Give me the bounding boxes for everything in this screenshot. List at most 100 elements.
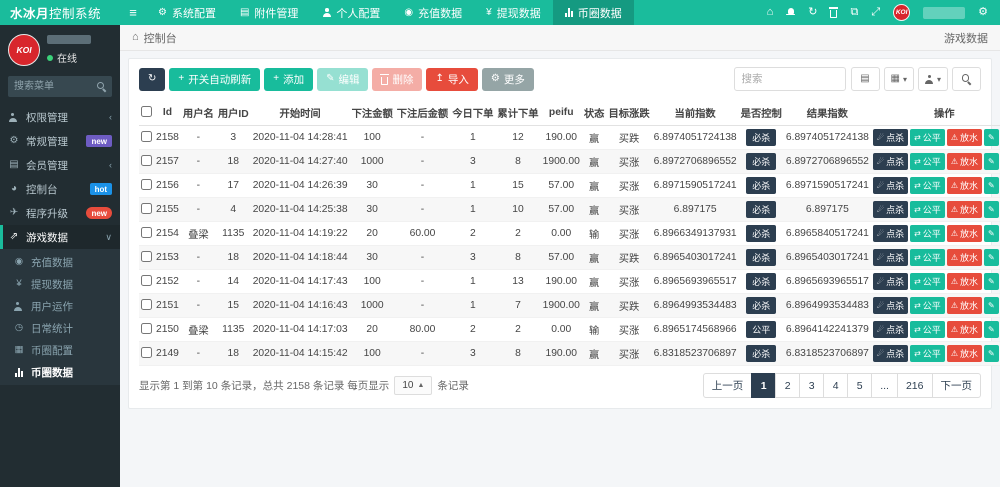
page-button-2[interactable]: 2 <box>775 373 800 398</box>
release-water-button[interactable]: ⚠放水 <box>947 249 982 266</box>
column-header-peifu[interactable]: peifu <box>541 100 582 126</box>
fair-button[interactable]: ⇄公平 <box>910 225 945 242</box>
refresh-icon[interactable]: ↻ <box>808 7 817 18</box>
submenu-item-币圈配置[interactable]: ▦币圈配置 <box>0 339 120 361</box>
release-water-button[interactable]: ⚠放水 <box>947 345 982 362</box>
column-header-开始时间[interactable]: 开始时间 <box>251 100 350 126</box>
release-water-button[interactable]: ⚠放水 <box>947 225 982 242</box>
column-header-Id[interactable]: Id <box>154 100 181 126</box>
sidebar-search-input[interactable] <box>8 76 91 97</box>
fair-button[interactable]: ⇄公平 <box>910 201 945 218</box>
topbar-item-个人配置[interactable]: 个人配置 <box>310 0 392 25</box>
row-checkbox[interactable] <box>141 179 152 190</box>
page-button-5[interactable]: 5 <box>847 373 872 398</box>
topbar-item-币圈数据[interactable]: 币圈数据 <box>553 0 634 25</box>
spot-kill-button[interactable]: ☄点杀 <box>873 225 908 242</box>
topbar-item-系统配置[interactable]: ⚙系统配置 <box>146 0 228 25</box>
spot-kill-button[interactable]: ☄点杀 <box>873 201 908 218</box>
row-checkbox[interactable] <box>141 299 152 310</box>
user-avatar[interactable]: KOI <box>893 4 910 21</box>
submenu-item-币圈数据[interactable]: 币圈数据 <box>0 361 120 383</box>
spot-kill-button[interactable]: ☄点杀 <box>873 153 908 170</box>
fair-button[interactable]: ⇄公平 <box>910 273 945 290</box>
page-button-1[interactable]: 1 <box>751 373 776 398</box>
spot-kill-button[interactable]: ☄点杀 <box>873 297 908 314</box>
sidebar-item-常规管理[interactable]: ⚙常规管理new <box>0 129 120 153</box>
row-edit-button[interactable]: ✎ <box>984 297 999 314</box>
row-checkbox[interactable] <box>141 251 152 262</box>
select-all-checkbox[interactable] <box>141 106 152 117</box>
row-checkbox[interactable] <box>141 203 152 214</box>
settings-gears-icon[interactable]: ⚙ <box>978 7 988 18</box>
fair-button[interactable]: ⇄公平 <box>910 129 945 146</box>
row-edit-button[interactable]: ✎ <box>984 249 999 266</box>
page-size-select[interactable]: 10 ▲ <box>394 376 432 395</box>
column-header-目标涨跌[interactable]: 目标涨跌 <box>606 100 651 126</box>
add-button[interactable]: +添加 <box>264 68 313 91</box>
row-edit-button[interactable]: ✎ <box>984 177 999 194</box>
sidebar-item-游戏数据[interactable]: ⇗游戏数据∨ <box>0 225 120 249</box>
topbar-item-充值数据[interactable]: ◉充值数据 <box>392 0 474 25</box>
refresh-button[interactable]: ↻ <box>139 68 165 91</box>
sidebar-item-控制台[interactable]: ◕控制台hot <box>0 177 120 201</box>
spot-kill-button[interactable]: ☄点杀 <box>873 129 908 146</box>
column-header-是否控制[interactable]: 是否控制 <box>739 100 784 126</box>
row-checkbox[interactable] <box>141 275 152 286</box>
spot-kill-button[interactable]: ☄点杀 <box>873 321 908 338</box>
edit-button[interactable]: ✎编辑 <box>317 68 368 91</box>
fair-button[interactable]: ⇄公平 <box>910 321 945 338</box>
fair-button[interactable]: ⇄公平 <box>910 345 945 362</box>
fair-button[interactable]: ⇄公平 <box>910 177 945 194</box>
release-water-button[interactable]: ⚠放水 <box>947 297 982 314</box>
fair-button[interactable]: ⇄公平 <box>910 297 945 314</box>
release-water-button[interactable]: ⚠放水 <box>947 321 982 338</box>
bell-icon[interactable] <box>786 8 795 17</box>
release-water-button[interactable]: ⚠放水 <box>947 273 982 290</box>
column-header-累计下单[interactable]: 累计下单 <box>495 100 540 126</box>
trash-icon[interactable] <box>830 10 837 18</box>
sidebar-item-会员管理[interactable]: ▤会员管理‹ <box>0 153 120 177</box>
delete-button[interactable]: 删除 <box>372 68 422 91</box>
column-header-当前指数[interactable]: 当前指数 <box>652 100 739 126</box>
fair-button[interactable]: ⇄公平 <box>910 153 945 170</box>
release-water-button[interactable]: ⚠放水 <box>947 177 982 194</box>
release-water-button[interactable]: ⚠放水 <box>947 153 982 170</box>
auto-refresh-button[interactable]: +开关自动刷新 <box>169 68 260 91</box>
spot-kill-button[interactable]: ☄点杀 <box>873 249 908 266</box>
toggle-view-button[interactable]: ▤ <box>851 67 880 91</box>
sidebar-item-程序升级[interactable]: ✈程序升级new <box>0 201 120 225</box>
spot-kill-button[interactable]: ☄点杀 <box>873 177 908 194</box>
export-button[interactable]: ▾ <box>918 67 948 91</box>
submenu-item-用户运作[interactable]: 用户运作 <box>0 295 120 317</box>
import-button[interactable]: ↥导入 <box>426 68 477 91</box>
sidebar-toggle-icon[interactable]: ≡ <box>120 0 146 25</box>
row-edit-button[interactable]: ✎ <box>984 153 999 170</box>
more-button[interactable]: ⚙更多 <box>482 68 534 91</box>
page-button-上一页[interactable]: 上一页 <box>703 373 753 398</box>
column-header-下注后金额[interactable]: 下注后金额 <box>395 100 450 126</box>
spot-kill-button[interactable]: ☄点杀 <box>873 345 908 362</box>
row-edit-button[interactable]: ✎ <box>984 225 999 242</box>
sidebar-item-权限管理[interactable]: 权限管理‹ <box>0 105 120 129</box>
copy-icon[interactable]: ⧉ <box>850 7 858 18</box>
row-checkbox[interactable] <box>141 155 152 166</box>
spot-kill-button[interactable]: ☄点杀 <box>873 273 908 290</box>
row-edit-button[interactable]: ✎ <box>984 321 999 338</box>
submenu-item-提现数据[interactable]: ¥提现数据 <box>0 273 120 295</box>
row-checkbox[interactable] <box>141 227 152 238</box>
table-search-input[interactable] <box>734 67 846 91</box>
page-button-下一页[interactable]: 下一页 <box>932 373 982 398</box>
fullscreen-icon[interactable]: ⤢ <box>871 7 880 18</box>
username-redacted[interactable] <box>923 7 965 19</box>
fair-button[interactable]: ⇄公平 <box>910 249 945 266</box>
row-edit-button[interactable]: ✎ <box>984 345 999 362</box>
submenu-item-充值数据[interactable]: ◉充值数据 <box>0 251 120 273</box>
page-button-...[interactable]: ... <box>871 373 898 398</box>
release-water-button[interactable]: ⚠放水 <box>947 129 982 146</box>
column-header-下注金额[interactable]: 下注金额 <box>350 100 395 126</box>
page-button-216[interactable]: 216 <box>897 373 933 398</box>
submenu-item-日常统计[interactable]: ◷日常统计 <box>0 317 120 339</box>
row-checkbox[interactable] <box>141 323 152 334</box>
column-header-状态[interactable]: 状态 <box>582 100 607 126</box>
topbar-item-提现数据[interactable]: ¥提现数据 <box>474 0 553 25</box>
